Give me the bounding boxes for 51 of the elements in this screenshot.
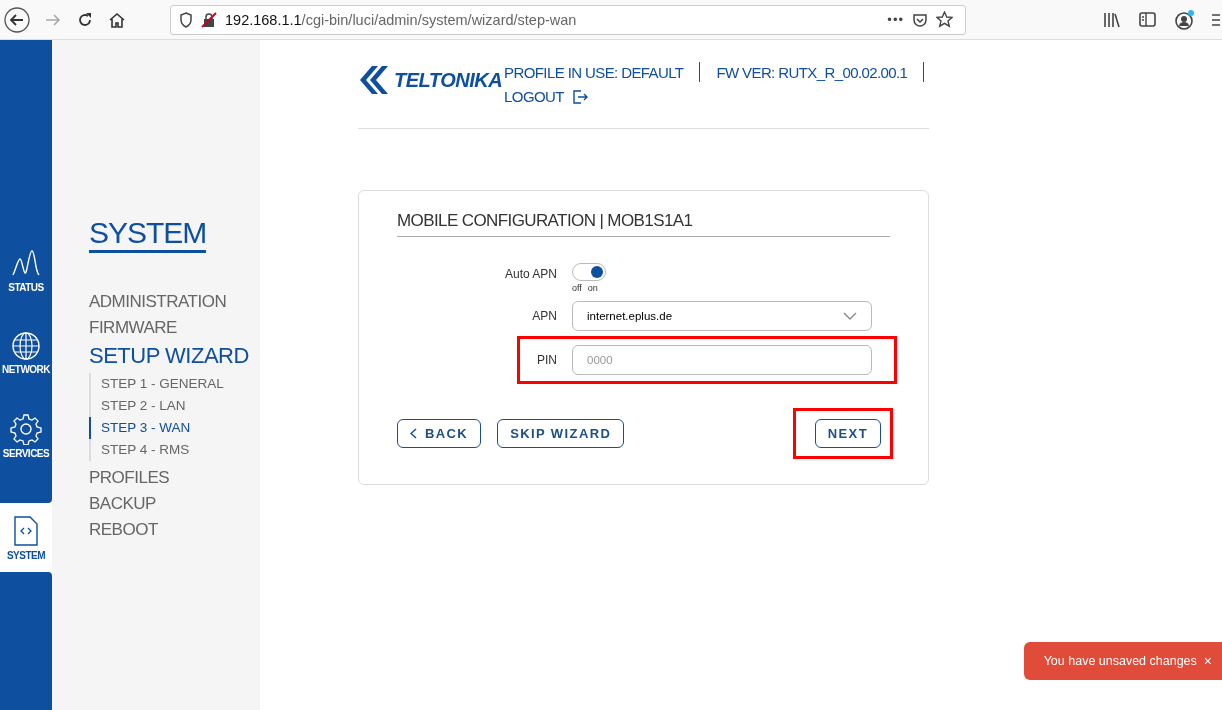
toggle-off-label: off <box>572 283 582 293</box>
toast-message: You have unsaved changes <box>1043 654 1197 668</box>
logout-link[interactable]: LOGOUT <box>504 88 925 105</box>
chevron-left-icon <box>410 428 417 439</box>
toggle-switch[interactable] <box>572 263 606 281</box>
field-label: APN <box>531 308 558 325</box>
submenu-item[interactable]: STEP 2 - LAN <box>89 395 260 417</box>
next-button[interactable]: NEXT <box>814 419 881 448</box>
nav-item[interactable]: SERVICES <box>0 413 52 459</box>
pocket-icon[interactable] <box>912 11 928 28</box>
insecure-lock-icon <box>201 11 217 28</box>
firmware-version: FW VER: RUTX_R_00.02.00.1 <box>716 63 908 81</box>
menu-item[interactable]: SETUP WIZARD <box>89 341 260 371</box>
menu-item[interactable]: REBOOT <box>89 517 260 543</box>
nav-item[interactable]: STATUS <box>0 249 52 293</box>
card-title: MOBILE CONFIGURATION | MOB1S1A1 <box>397 211 890 237</box>
menu-item[interactable]: FIRMWARE <box>89 315 260 341</box>
account-icon[interactable] <box>1174 9 1194 30</box>
code-file-icon <box>13 514 39 547</box>
gear-icon <box>10 413 42 445</box>
toggle-on-label: on <box>587 283 598 293</box>
page-actions-menu[interactable]: ••• <box>887 12 904 27</box>
profile-info: PROFILE IN USE: DEFAULT <box>504 63 684 81</box>
field-label: Auto APN <box>503 266 558 283</box>
globe-icon <box>11 331 41 361</box>
close-button[interactable]: × <box>1203 653 1212 669</box>
sidebar-icon[interactable] <box>1139 12 1156 27</box>
logout-icon <box>571 88 588 105</box>
back-button[interactable]: BACK <box>397 419 482 448</box>
home-icon[interactable] <box>108 10 126 29</box>
menu-item[interactable]: BACKUP <box>89 491 260 517</box>
menu-icon[interactable] <box>1212 11 1220 28</box>
nav-item[interactable]: NETWORK <box>0 331 52 375</box>
submenu-item[interactable]: STEP 4 - RMS <box>89 439 260 461</box>
section-title: SYSTEM <box>89 216 207 253</box>
star-icon[interactable] <box>936 11 953 28</box>
field-label: PIN <box>536 352 558 369</box>
menu-item[interactable]: ADMINISTRATION <box>89 289 260 315</box>
apn-dropdown[interactable]: internet.eplus.de <box>572 301 872 331</box>
pin-field[interactable]: 0000 <box>572 345 872 375</box>
url-text: 192.168.1.1/cgi-bin/luci/admin/system/wizard/step-wan <box>225 11 578 28</box>
address-bar[interactable]: 192.168.1.1/cgi-bin/luci/admin/system/wizard/step-wan ••• <box>170 4 966 35</box>
logo[interactable]: TELTONIKA <box>358 64 503 96</box>
chevron-down-icon <box>843 312 857 320</box>
submenu-item[interactable]: STEP 1 - GENERAL <box>89 373 260 395</box>
reload-icon[interactable] <box>76 10 94 29</box>
menu-item[interactable]: PROFILES <box>89 465 260 491</box>
skip-button[interactable]: SKIP WIZARD <box>497 419 625 448</box>
shield-icon[interactable] <box>179 11 193 28</box>
back-icon[interactable] <box>4 6 30 33</box>
library-icon[interactable] <box>1103 11 1121 28</box>
